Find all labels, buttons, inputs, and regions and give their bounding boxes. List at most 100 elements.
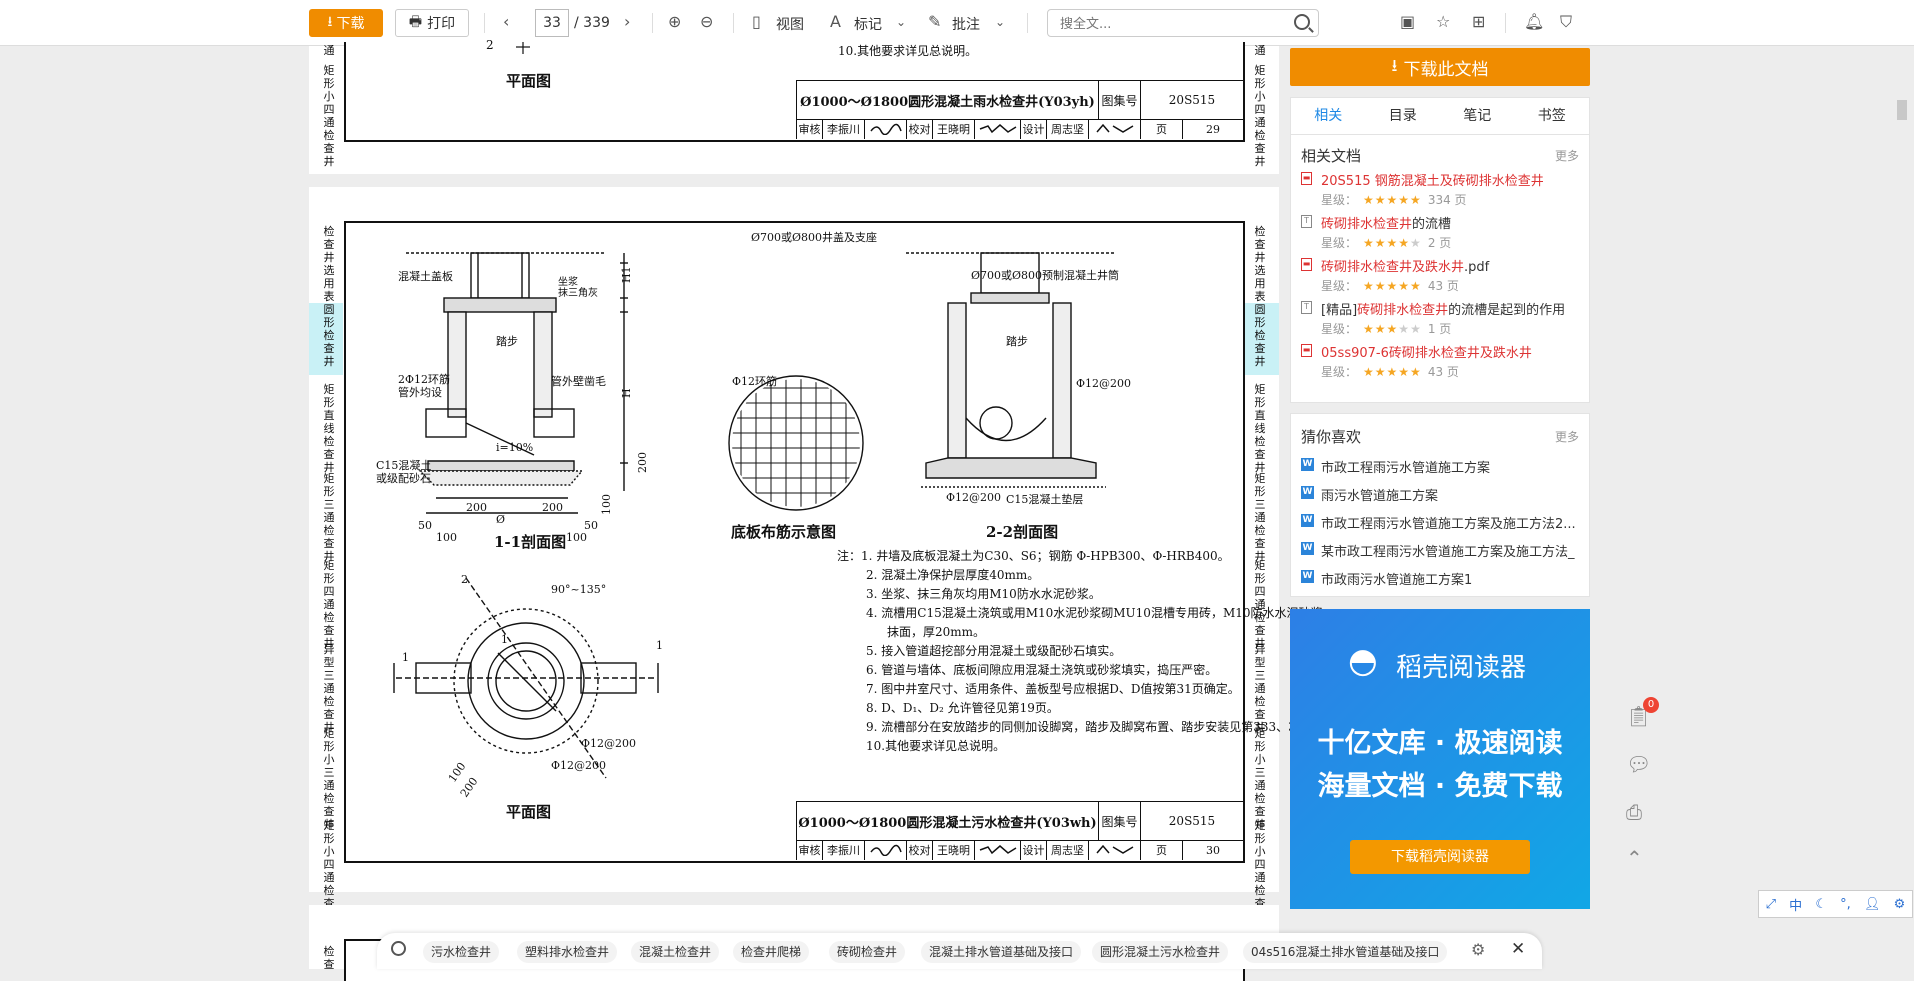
- tag-item[interactable]: 砖砌检查井: [829, 941, 906, 963]
- tag-item[interactable]: 污水检查井: [423, 941, 500, 963]
- printer-icon: 🖶: [408, 14, 423, 30]
- prev-page-icon[interactable]: ‹: [503, 12, 509, 31]
- ime-toolbar: ⤢ 中 ☾ °, 👤︎ ⚙: [1758, 890, 1913, 918]
- tab-toc[interactable]: 目录: [1366, 98, 1441, 134]
- guess-header: 猜你喜欢 更多: [1291, 414, 1589, 452]
- annotate-menu[interactable]: 批注: [952, 14, 980, 34]
- chevron-down-icon[interactable]: ⌄: [995, 15, 1005, 29]
- tag-item[interactable]: 塑料排水检查井: [517, 941, 618, 963]
- guess-item-title[interactable]: 市政工程雨污水管道施工方案及施工方法2...: [1321, 513, 1583, 532]
- cover-label: Ø700或Ø800井盖及支座: [751, 231, 878, 244]
- atlas-number: 20S515: [1140, 81, 1243, 119]
- guess-more-link[interactable]: 更多: [1555, 428, 1579, 445]
- mark-menu[interactable]: 标记: [854, 14, 882, 34]
- page-number: 29: [1182, 119, 1243, 139]
- page-count: 1 页: [1427, 322, 1452, 336]
- tag-item[interactable]: 混凝土检查井: [631, 941, 720, 963]
- related-doc-title[interactable]: [精品]砖砌排水检查井的流槽是起到的作用: [1321, 299, 1583, 318]
- plan-label: 平面图: [506, 803, 552, 821]
- related-list: ▬ 20S515 钢筋混凝土及砖砌排水检查井 星级： ★★★★★ 334 页 T 砖砌排水检…: [1291, 167, 1589, 382]
- scrollbar-thumb[interactable]: [1897, 100, 1907, 120]
- add-file-icon[interactable]: ⊞: [1472, 12, 1485, 31]
- next-page-icon[interactable]: ›: [624, 12, 630, 31]
- view-icon[interactable]: ▯: [752, 12, 761, 31]
- svg-text:100: 100: [436, 531, 457, 544]
- ad-download-button[interactable]: 下载稻壳阅读器: [1350, 840, 1530, 874]
- related-doc-item[interactable]: ▬ 05ss907-6砖砌排水检查井及跌水井 星级： ★★★★★ 43 页: [1291, 339, 1589, 382]
- related-doc-title[interactable]: 05ss907-6砖砌排水检查井及跌水井: [1321, 342, 1583, 361]
- settings-icon[interactable]: ⚙: [1471, 940, 1485, 959]
- tab-bookmarks[interactable]: 书签: [1515, 98, 1590, 134]
- convert-icon[interactable]: ⎙: [1626, 800, 1642, 824]
- guess-item[interactable]: W 市政工程雨污水管道施工方案: [1291, 452, 1589, 480]
- print-button[interactable]: 🖶 打印: [395, 9, 469, 37]
- ime-mode[interactable]: 中: [1789, 895, 1802, 914]
- mark-icon[interactable]: A: [830, 12, 841, 31]
- settings-icon[interactable]: ⚙: [1894, 897, 1906, 912]
- search-input[interactable]: [1058, 11, 1282, 37]
- tag-item[interactable]: 混凝土排水管道基础及接口: [921, 941, 1082, 963]
- related-doc-item[interactable]: T 砖砌排水检查井的流槽 星级： ★★★★★ 2 页: [1291, 210, 1589, 253]
- c15-cushion-label: C15混凝土垫层: [1006, 493, 1084, 506]
- download-document-button[interactable]: ⭳ 下载此文档: [1290, 48, 1590, 86]
- moon-icon[interactable]: ☾: [1815, 897, 1827, 912]
- drawing-title: Ø1000～Ø1800圆形混凝土污水检查井(Y03wh): [796, 802, 1098, 840]
- shield-icon[interactable]: ⛉: [1560, 12, 1572, 32]
- bell-icon[interactable]: 🔔︎: [1524, 12, 1544, 31]
- related-doc-item[interactable]: T [精品]砖砌排水检查井的流槽是起到的作用 星级： ★★★★★ 1 页: [1291, 296, 1589, 339]
- tab-notes[interactable]: 笔记: [1440, 98, 1515, 134]
- guess-item-title[interactable]: 雨污水管道施工方案: [1321, 485, 1583, 504]
- svg-text:200: 200: [542, 501, 563, 514]
- user-icon[interactable]: 👤︎: [1864, 897, 1881, 912]
- back-to-top-icon[interactable]: ⌃: [1626, 846, 1643, 870]
- star-icon[interactable]: ☆: [1436, 12, 1450, 31]
- svg-text:H1: H1: [620, 266, 633, 283]
- punctuation-icon[interactable]: °,: [1840, 897, 1851, 912]
- star-rating-icon: ★★★★★: [1363, 236, 1422, 250]
- view-menu[interactable]: 视图: [776, 14, 804, 34]
- tab-related[interactable]: 相关: [1291, 98, 1366, 134]
- page-count: 43 页: [1427, 365, 1459, 379]
- guess-item[interactable]: W 某市政工程雨污水管道施工方案及施工方法_: [1291, 536, 1589, 564]
- annotate-icon[interactable]: ✎: [928, 12, 941, 31]
- guess-item-title[interactable]: 某市政工程雨污水管道施工方案及施工方法_: [1321, 541, 1583, 560]
- download-button[interactable]: ⭳ 下载: [309, 9, 383, 37]
- rebar-label: Φ12@200: [1076, 377, 1132, 390]
- side-index-left: 矩形四通检查井: [323, 559, 335, 650]
- divider: [1505, 13, 1506, 33]
- guess-item[interactable]: W 市政雨污水管道施工方案1: [1291, 564, 1589, 592]
- zoom-out-icon[interactable]: ⊖: [700, 12, 713, 31]
- page-number-input[interactable]: 33: [535, 9, 569, 37]
- expand-icon[interactable]: ⤢: [1766, 897, 1776, 912]
- rating-label: 星级：: [1321, 279, 1358, 293]
- close-icon[interactable]: ✕: [1511, 939, 1525, 959]
- designer-name: 周志坚: [1046, 840, 1088, 860]
- guess-item[interactable]: W 市政工程雨污水管道施工方案及施工方法2...: [1291, 508, 1589, 536]
- check-label: 校对: [906, 840, 932, 860]
- tag-item[interactable]: 圆形混凝土污水检查井: [1092, 941, 1229, 963]
- guess-item-title[interactable]: 市政雨污水管道施工方案1: [1321, 569, 1583, 588]
- wechat-icon[interactable]: 💬︎: [1626, 752, 1651, 776]
- chevron-down-icon[interactable]: ⌄: [896, 15, 906, 29]
- guess-item-title[interactable]: 市政工程雨污水管道施工方案: [1321, 457, 1583, 476]
- search-box[interactable]: [1047, 9, 1319, 37]
- signature: [1088, 119, 1140, 139]
- page-count: 334 页: [1427, 193, 1467, 207]
- related-doc-item[interactable]: ▬ 20S515 钢筋混凝土及砖砌排水检查井 星级： ★★★★★ 334 页: [1291, 167, 1589, 210]
- related-doc-title[interactable]: 砖砌排水检查井及跌水井.pdf: [1321, 256, 1583, 275]
- page-count: 43 页: [1427, 279, 1459, 293]
- search-icon[interactable]: [391, 941, 406, 956]
- related-doc-item[interactable]: ▬ 砖砌排水检查井及跌水井.pdf 星级： ★★★★★ 43 页: [1291, 253, 1589, 296]
- related-more-link[interactable]: 更多: [1555, 147, 1579, 164]
- search-icon[interactable]: [1294, 14, 1310, 30]
- related-doc-title[interactable]: 砖砌排水检查井的流槽: [1321, 213, 1583, 232]
- rating-label: 星级：: [1321, 322, 1358, 336]
- guess-item[interactable]: W 雨污水管道施工方案: [1291, 480, 1589, 508]
- save-icon[interactable]: ▣: [1400, 12, 1415, 31]
- word-doc-icon: W: [1301, 542, 1314, 555]
- tag-item[interactable]: 04s516混凝土排水管道基础及接口: [1243, 941, 1448, 963]
- ad-banner[interactable]: ◓ 稻壳阅读器 十亿文库 · 极速阅读 海量文档 · 免费下载 下载稻壳阅读器: [1290, 609, 1590, 909]
- zoom-in-icon[interactable]: ⊕: [668, 12, 681, 31]
- related-doc-title[interactable]: 20S515 钢筋混凝土及砖砌排水检查井: [1321, 170, 1583, 189]
- tag-item[interactable]: 检查井爬梯: [733, 941, 810, 963]
